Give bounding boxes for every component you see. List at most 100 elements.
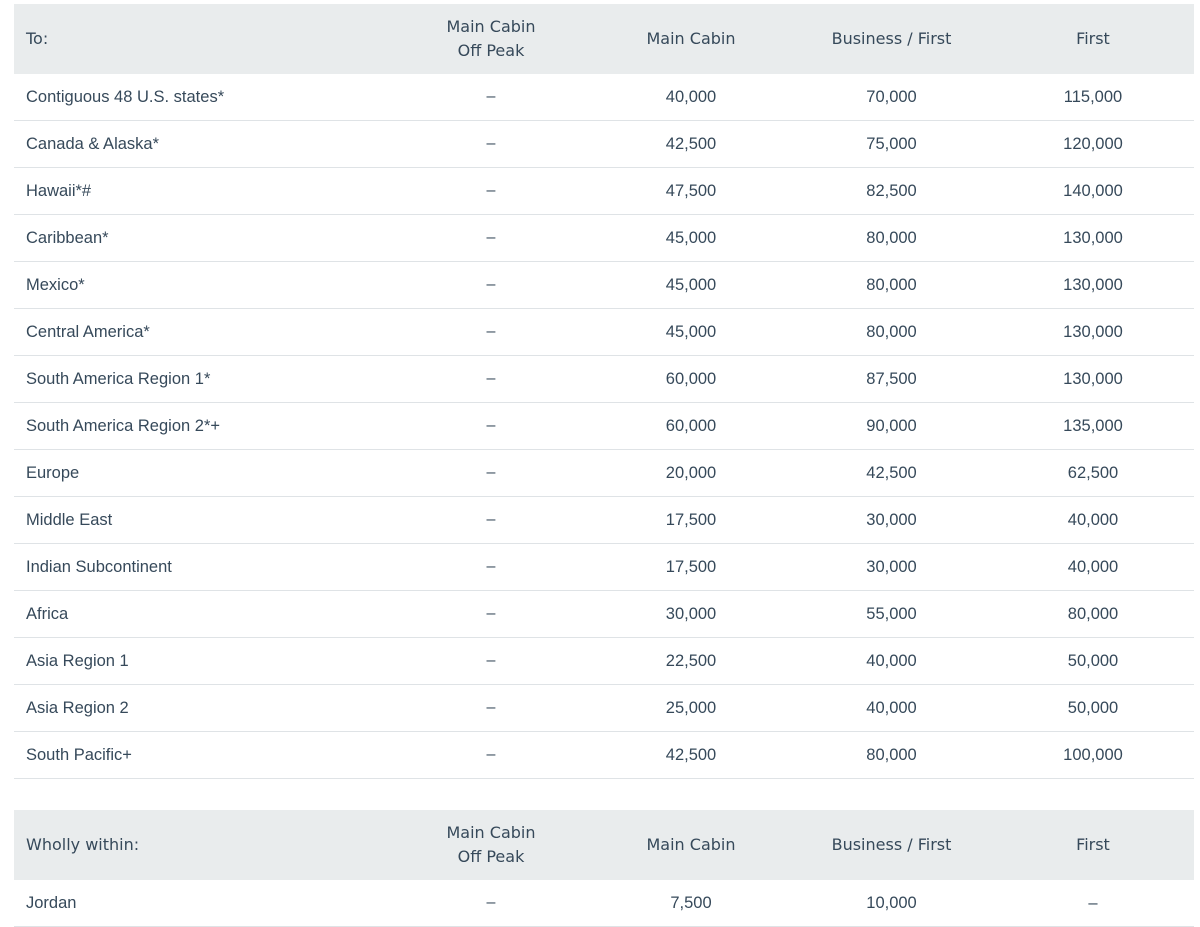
table-row: Indian Subcontinent –17,500 30,000 40,000 (14, 543, 1194, 591)
header-business-first: Business / First (791, 4, 992, 74)
table-row: Jordan –7,500 10,000– (14, 880, 1194, 927)
cell-region: Central America* (14, 308, 391, 356)
cell-region: Hawaii*# (14, 167, 391, 215)
cell-main-cabin: 7,500 (591, 880, 791, 927)
cell-region: Contiguous 48 U.S. states* (14, 74, 391, 121)
cell-business-first: 10,000 (791, 880, 992, 927)
cell-first: 115,000 (992, 74, 1194, 121)
cell-region: Asia Region 1 (14, 637, 391, 685)
table-row: Central America* –45,000 80,000 130,000 (14, 308, 1194, 356)
cell-business-first: 80,000 (791, 261, 992, 309)
cell-first: 135,000 (992, 402, 1194, 450)
cell-business-first: 30,000 (791, 543, 992, 591)
award-chart-table-within: Wholly within: Main Cabin Off Peak Main … (14, 810, 1194, 927)
cell-main-cabin: 40,000 (591, 74, 791, 121)
header-main-cabin-off-peak-line2: Off Peak (457, 847, 525, 866)
cell-first: 130,000 (992, 308, 1194, 356)
cell-business-first: 70,000 (791, 74, 992, 121)
cell-business-first: 80,000 (791, 308, 992, 356)
cell-region: South America Region 2*+ (14, 402, 391, 450)
table-header-row: Wholly within: Main Cabin Off Peak Main … (14, 810, 1194, 880)
cell-business-first: 40,000 (791, 684, 992, 732)
header-main-cabin-off-peak-line1: Main Cabin (446, 17, 536, 36)
cell-region: Asia Region 2 (14, 684, 391, 732)
cell-first: 130,000 (992, 261, 1194, 309)
cell-business-first: 87,500 (791, 355, 992, 403)
cell-region: Jordan (14, 880, 391, 927)
cell-main-cabin-off-peak: – (391, 355, 591, 403)
cell-first: 50,000 (992, 684, 1194, 732)
cell-main-cabin: 20,000 (591, 449, 791, 497)
cell-business-first: 80,000 (791, 214, 992, 262)
header-region: To: (14, 4, 391, 74)
table-row: Middle East –17,500 30,000 40,000 (14, 496, 1194, 544)
cell-main-cabin-off-peak: – (391, 167, 591, 215)
cell-main-cabin-off-peak: – (391, 731, 591, 779)
table-row: Canada & Alaska* –42,500 75,000 120,000 (14, 120, 1194, 168)
cell-main-cabin-off-peak: – (391, 308, 591, 356)
cell-region: South America Region 1* (14, 355, 391, 403)
cell-region: South Pacific+ (14, 731, 391, 779)
header-business-first: Business / First (791, 810, 992, 880)
header-main-cabin-off-peak-line2: Off Peak (457, 41, 525, 60)
cell-first: 140,000 (992, 167, 1194, 215)
cell-main-cabin-off-peak: – (391, 543, 591, 591)
table-row: Caribbean* –45,000 80,000 130,000 (14, 214, 1194, 262)
cell-business-first: 42,500 (791, 449, 992, 497)
table-row: Hawaii*# –47,500 82,500 140,000 (14, 167, 1194, 215)
table-body-to: Contiguous 48 U.S. states* –40,000 70,000 1… (14, 74, 1194, 779)
cell-business-first: 55,000 (791, 590, 992, 638)
cell-business-first: 75,000 (791, 120, 992, 168)
cell-main-cabin-off-peak: – (391, 637, 591, 685)
cell-main-cabin: 30,000 (591, 590, 791, 638)
cell-main-cabin: 60,000 (591, 402, 791, 450)
header-main-cabin: Main Cabin (591, 810, 791, 880)
cell-main-cabin-off-peak: – (391, 684, 591, 732)
cell-first: 40,000 (992, 543, 1194, 591)
cell-main-cabin-off-peak: – (391, 214, 591, 262)
header-main-cabin-off-peak: Main Cabin Off Peak (391, 810, 591, 880)
cell-main-cabin: 17,500 (591, 496, 791, 544)
table-body-within: Jordan –7,500 10,000– (14, 880, 1194, 927)
cell-region: Indian Subcontinent (14, 543, 391, 591)
table-header-row: To: Main Cabin Off Peak Main Cabin Busin… (14, 4, 1194, 74)
table-row: Contiguous 48 U.S. states* –40,000 70,000 1… (14, 74, 1194, 121)
cell-first: 80,000 (992, 590, 1194, 638)
table-row: Europe –20,000 42,500 62,500 (14, 449, 1194, 497)
cell-main-cabin-off-peak: – (391, 120, 591, 168)
cell-main-cabin-off-peak: – (391, 880, 591, 927)
cell-main-cabin: 17,500 (591, 543, 791, 591)
cell-first: 50,000 (992, 637, 1194, 685)
cell-main-cabin-off-peak: – (391, 590, 591, 638)
cell-main-cabin: 42,500 (591, 731, 791, 779)
cell-first: 62,500 (992, 449, 1194, 497)
table-row: Africa –30,000 55,000 80,000 (14, 590, 1194, 638)
cell-main-cabin-off-peak: – (391, 74, 591, 121)
cell-region: Middle East (14, 496, 391, 544)
table-row: Mexico* –45,000 80,000 130,000 (14, 261, 1194, 309)
cell-first: 40,000 (992, 496, 1194, 544)
cell-region: Mexico* (14, 261, 391, 309)
cell-business-first: 30,000 (791, 496, 992, 544)
cell-region: Europe (14, 449, 391, 497)
cell-main-cabin: 42,500 (591, 120, 791, 168)
cell-business-first: 82,500 (791, 167, 992, 215)
cell-main-cabin: 25,000 (591, 684, 791, 732)
cell-main-cabin-off-peak: – (391, 261, 591, 309)
cell-first: 130,000 (992, 355, 1194, 403)
cell-main-cabin: 45,000 (591, 261, 791, 309)
header-main-cabin: Main Cabin (591, 4, 791, 74)
table-row: South Pacific+ –42,500 80,000 100,000 (14, 731, 1194, 779)
cell-main-cabin-off-peak: – (391, 402, 591, 450)
cell-business-first: 80,000 (791, 731, 992, 779)
header-region: Wholly within: (14, 810, 391, 880)
cell-main-cabin-off-peak: – (391, 496, 591, 544)
cell-main-cabin-off-peak: – (391, 449, 591, 497)
cell-region: Caribbean* (14, 214, 391, 262)
cell-main-cabin: 47,500 (591, 167, 791, 215)
cell-business-first: 90,000 (791, 402, 992, 450)
award-chart-table-to: To: Main Cabin Off Peak Main Cabin Busin… (14, 4, 1194, 779)
cell-main-cabin: 60,000 (591, 355, 791, 403)
cell-main-cabin: 45,000 (591, 308, 791, 356)
header-main-cabin-off-peak: Main Cabin Off Peak (391, 4, 591, 74)
